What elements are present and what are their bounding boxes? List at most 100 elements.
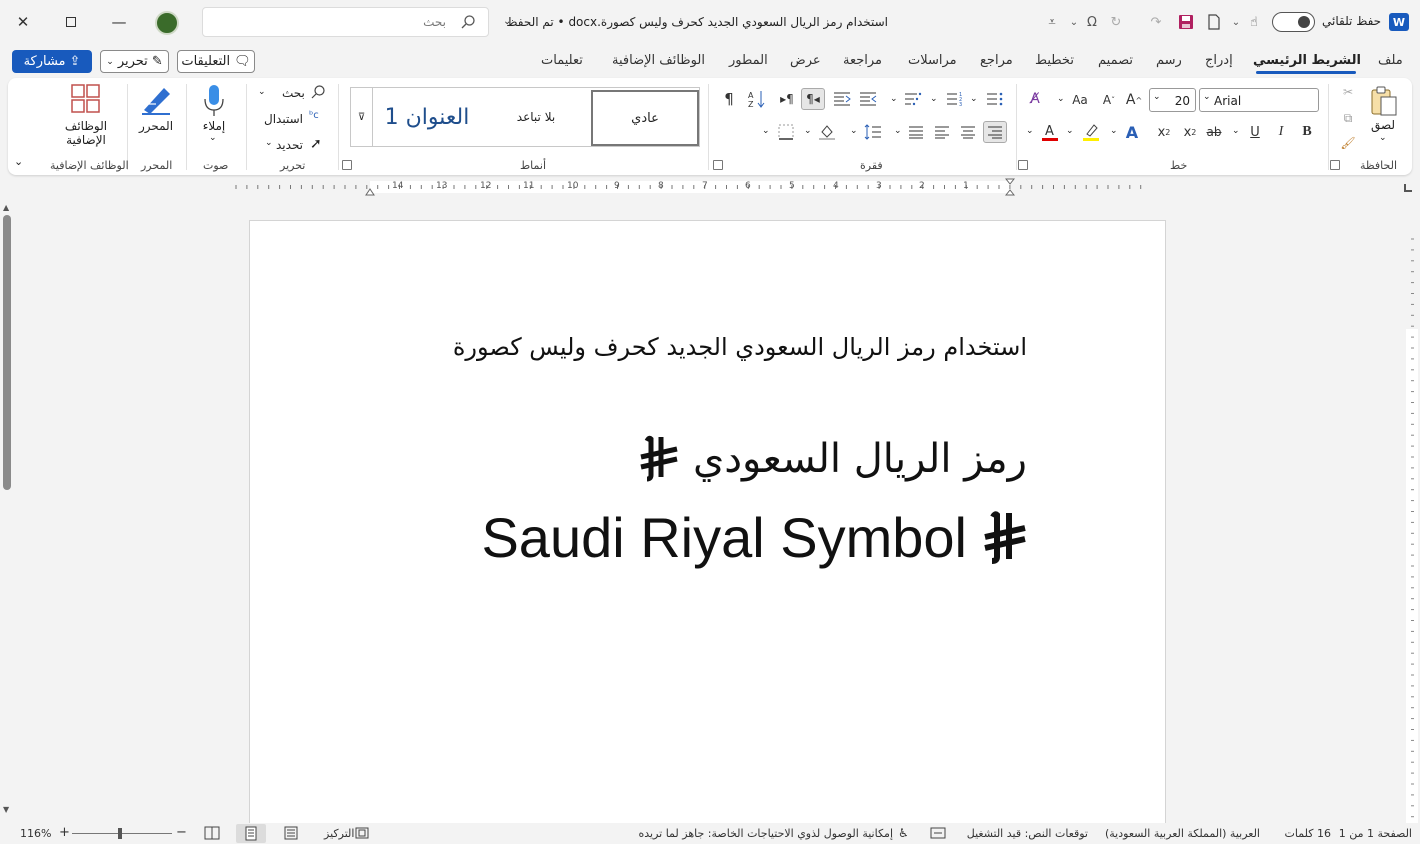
save-icon[interactable]	[1176, 12, 1196, 32]
chevron-down-icon[interactable]: ⌄	[209, 133, 217, 143]
select-button[interactable]: تحديد	[276, 138, 303, 152]
scrollbar-thumb[interactable]	[3, 215, 11, 490]
text-effects-icon[interactable]: A	[1122, 121, 1142, 143]
style-normal[interactable]: عادي	[591, 90, 699, 146]
zoom-slider[interactable]	[72, 833, 172, 834]
chevron-down-icon[interactable]: ⌄	[1379, 133, 1387, 143]
change-case-icon[interactable]: Aa	[1070, 90, 1090, 110]
close-icon[interactable]: ✕	[0, 0, 46, 44]
tab-insert[interactable]: إدراج	[1205, 53, 1233, 68]
new-document-icon[interactable]	[1204, 12, 1224, 32]
language-indicator[interactable]: العربية (المملكة العربية السعودية)	[1105, 827, 1260, 840]
zoom-in-icon[interactable]: +	[59, 825, 70, 840]
style-heading1[interactable]: العنوان 1	[373, 88, 481, 146]
replace-icon[interactable]: ᵇc	[309, 110, 319, 121]
chevron-down-icon[interactable]: ⌄	[890, 94, 898, 104]
avatar[interactable]	[155, 11, 179, 35]
read-mode-icon[interactable]	[204, 826, 220, 840]
cut-icon[interactable]: ✂	[1340, 84, 1356, 100]
styles-more-icon[interactable]: ⊽	[351, 88, 373, 146]
word-count[interactable]: 16 كلمات	[1285, 827, 1331, 840]
numbering-icon[interactable]: 123	[945, 89, 965, 109]
rtl-direction-icon[interactable]: ¶◂	[801, 88, 825, 110]
accessibility-status[interactable]: إمكانية الوصول لذوي الاحتياجات الخاصة: ج…	[638, 827, 893, 840]
line-spacing-icon[interactable]	[862, 121, 884, 143]
tab-addins[interactable]: الوظائف الإضافية	[612, 53, 705, 68]
decrease-indent-icon[interactable]	[832, 89, 852, 109]
strikethrough-icon[interactable]: ab	[1204, 122, 1224, 142]
document-line-arabic[interactable]: رمز الريال السعودي	[639, 435, 1027, 483]
zoom-out-icon[interactable]: −	[176, 825, 187, 840]
document-title[interactable]: استخدام رمز الريال السعودي الجديد كحرف و…	[500, 15, 888, 29]
show-marks-icon[interactable]: ¶	[720, 89, 738, 109]
scroll-down-icon[interactable]: ▼	[3, 805, 9, 814]
web-layout-icon[interactable]	[284, 826, 298, 840]
document-line-english[interactable]: Saudi Riyal Symbol	[481, 505, 1027, 570]
scroll-up-icon[interactable]: ▲	[3, 203, 9, 212]
tab-view[interactable]: عرض	[790, 53, 821, 68]
maximize-icon[interactable]	[48, 0, 94, 44]
font-size-select[interactable]: 20 ⌄	[1149, 88, 1196, 112]
print-layout-button[interactable]	[236, 824, 266, 843]
bold-icon[interactable]: B	[1298, 122, 1316, 142]
collapse-ribbon-icon[interactable]: ⌄	[14, 155, 23, 168]
chevron-down-icon[interactable]: ⌄	[1064, 12, 1084, 32]
dictate-button[interactable]: إملاء	[198, 119, 230, 133]
subscript-icon[interactable]: x2	[1180, 122, 1200, 142]
tab-draw[interactable]: رسم	[1156, 53, 1182, 68]
chevron-down-icon[interactable]: ⌄	[1110, 126, 1118, 136]
touch-mode-icon[interactable]: Ω	[1082, 12, 1102, 32]
addins-button[interactable]: الوظائف الإضافية	[56, 119, 116, 147]
chevron-down-icon[interactable]: ⌄	[970, 94, 978, 104]
paste-icon[interactable]	[1366, 84, 1402, 118]
text-predictions[interactable]: توقعات النص: قيد التشغيل	[967, 827, 1088, 840]
chevron-down-icon[interactable]: ⌄	[1057, 94, 1065, 104]
chevron-down-icon[interactable]: ⌄	[762, 126, 770, 136]
search-input[interactable]: بحث	[202, 7, 489, 37]
chevron-down-icon[interactable]: ⌄	[258, 87, 266, 97]
page-count[interactable]: الصفحة 1 من 1	[1339, 827, 1412, 840]
undo-icon[interactable]: ↷	[1146, 12, 1166, 32]
format-painter-icon[interactable]: 🖌	[1340, 135, 1356, 151]
tab-developer[interactable]: المطور	[729, 53, 768, 68]
find-button[interactable]: بحث	[282, 86, 305, 100]
bullets-icon[interactable]	[985, 89, 1005, 109]
paragraph-launcher-icon[interactable]	[713, 160, 723, 170]
chevron-down-icon[interactable]: ⌄	[1026, 126, 1034, 136]
select-icon[interactable]: ➚	[310, 136, 322, 152]
find-icon[interactable]	[310, 84, 326, 100]
copy-icon[interactable]: ⧉	[1340, 110, 1356, 126]
editing-mode-button[interactable]: ✎ تحرير ⌄	[100, 50, 169, 73]
tab-layout[interactable]: تخطيط	[1035, 53, 1074, 68]
focus-mode[interactable]: التركيز	[324, 827, 354, 840]
customize-qat-icon[interactable]: ⩡	[1042, 12, 1062, 32]
tab-references[interactable]: مراجع	[980, 53, 1013, 68]
font-launcher-icon[interactable]	[1018, 160, 1028, 170]
italic-icon[interactable]: I	[1272, 122, 1290, 142]
replace-button[interactable]: استبدال	[264, 112, 303, 126]
chevron-down-icon[interactable]: ⌄	[894, 126, 902, 136]
document-heading[interactable]: استخدام رمز الريال السعودي الجديد كحرف و…	[453, 333, 1027, 361]
align-left-icon[interactable]	[932, 121, 952, 143]
tab-design[interactable]: تصميم	[1098, 53, 1133, 68]
tab-mailings[interactable]: مراسلات	[908, 53, 957, 68]
borders-icon[interactable]	[776, 121, 796, 143]
font-name-select[interactable]: Arial ⌄	[1199, 88, 1319, 112]
left-indent-marker[interactable]	[365, 186, 375, 196]
share-button[interactable]: ⇪ مشاركة	[12, 50, 92, 73]
chevron-down-icon[interactable]: ⌄	[265, 138, 273, 148]
multilevel-list-icon[interactable]	[903, 89, 923, 109]
indent-marker[interactable]	[1005, 178, 1015, 196]
paste-button[interactable]: لصق	[1368, 118, 1398, 132]
tab-help[interactable]: تعليمات	[541, 53, 583, 68]
tab-stop-selector[interactable]	[1404, 184, 1412, 192]
vertical-scrollbar[interactable]: ▲ ▼	[0, 199, 14, 823]
shading-icon[interactable]	[816, 121, 838, 143]
minimize-icon[interactable]: —	[96, 0, 142, 44]
align-right-icon[interactable]	[983, 121, 1007, 143]
chevron-down-icon[interactable]: ⌄	[1232, 126, 1240, 136]
superscript-icon[interactable]: x2	[1154, 122, 1174, 142]
sort-icon[interactable]: AZ	[746, 88, 768, 110]
highlight-icon[interactable]	[1080, 121, 1102, 143]
styles-launcher-icon[interactable]	[342, 160, 352, 170]
